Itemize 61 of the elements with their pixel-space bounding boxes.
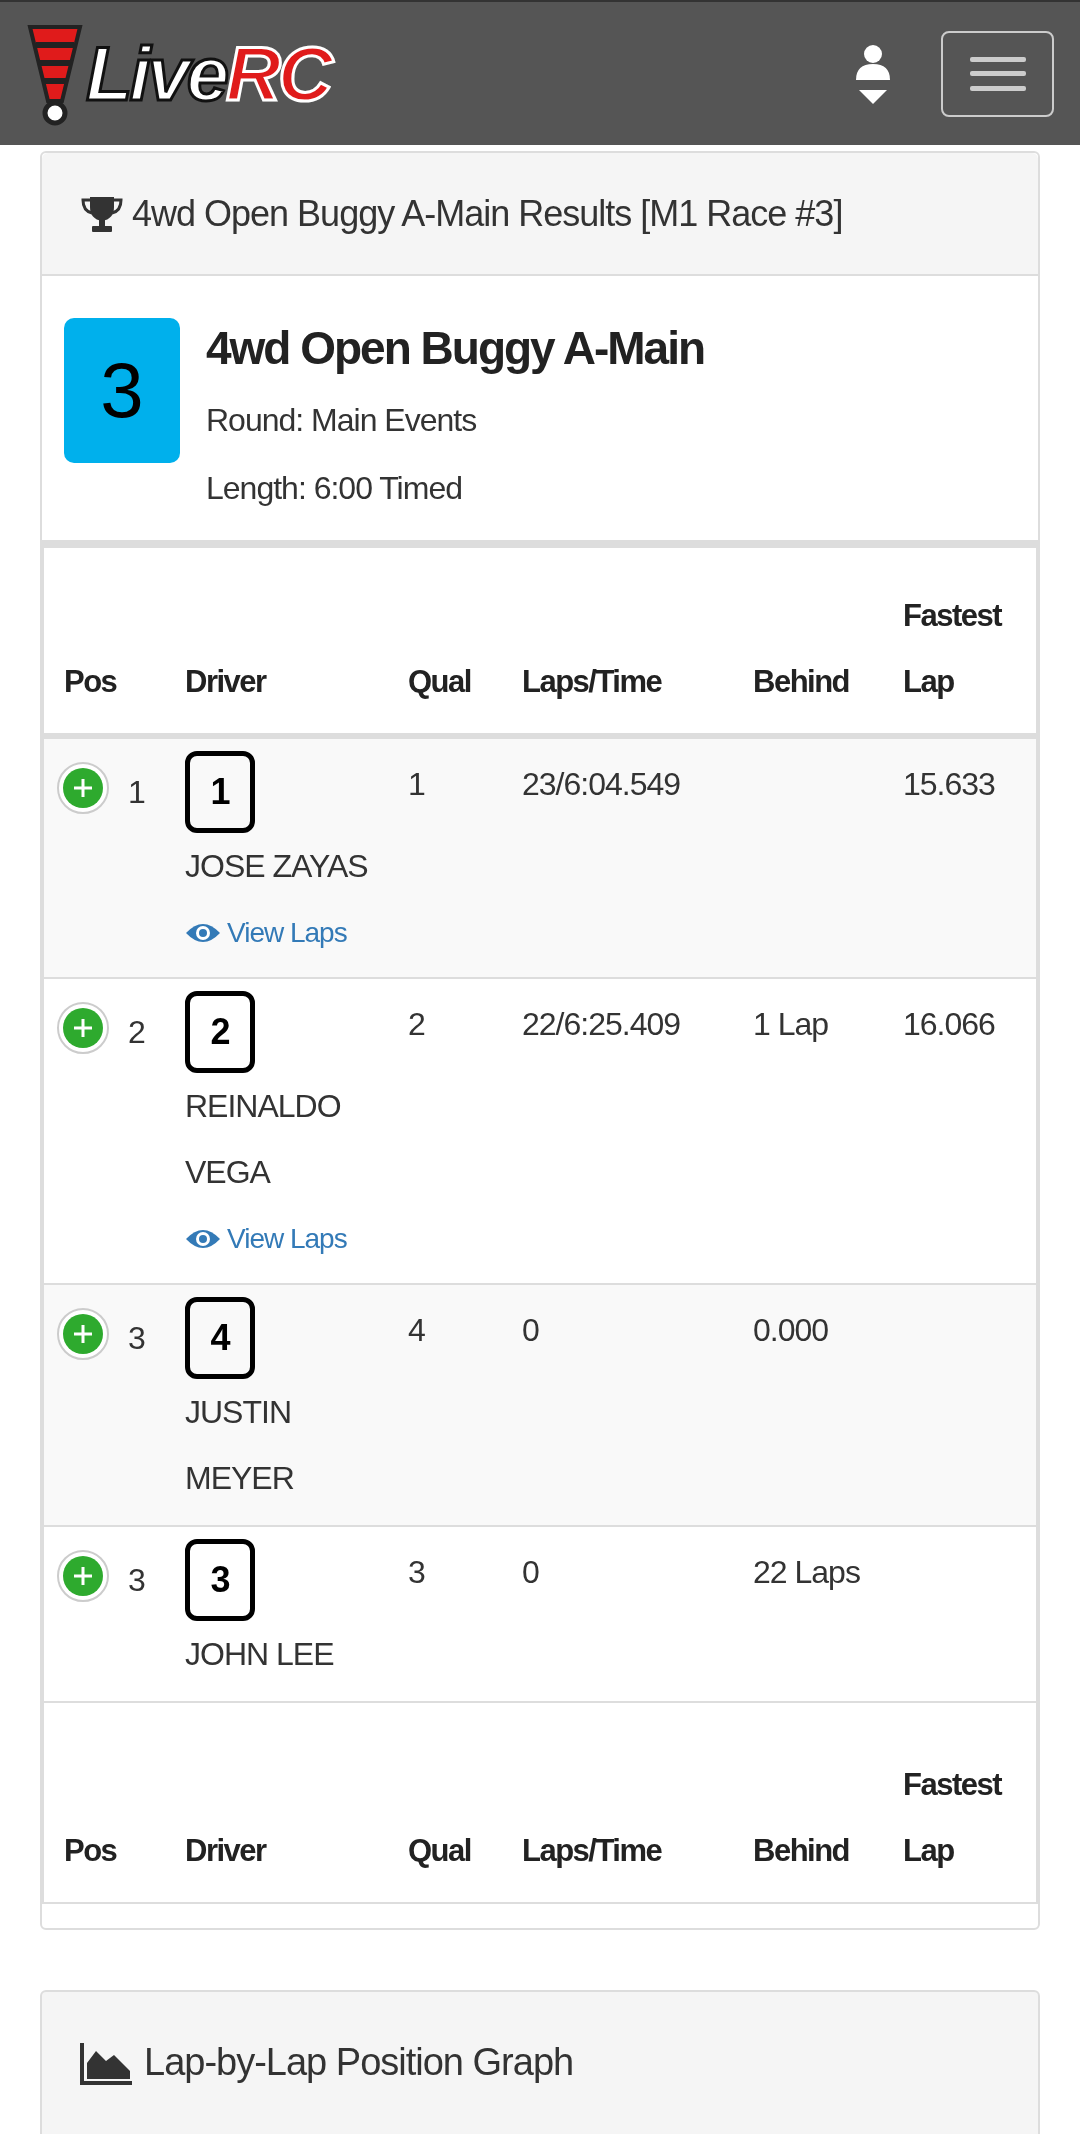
race-name: 4wd Open Buggy A-Main: [206, 321, 705, 376]
driver-name: JOHN LEE: [185, 1635, 334, 1674]
driver-name: JUSTIN MEYER: [185, 1393, 295, 1498]
card-title: 4wd Open Buggy A-Main Results [M1 Race #3]: [132, 191, 843, 236]
column-header[interactable]: Laps/Time: [512, 548, 743, 736]
length-text: Length: 6:00 Timed: [206, 469, 463, 508]
position-text: 3: [128, 1319, 145, 1358]
column-header[interactable]: Fastest Lap: [893, 548, 1036, 736]
table-cell: 15.633: [893, 736, 1036, 978]
user-icon: [855, 43, 891, 80]
expand-icon[interactable]: [56, 761, 110, 815]
table-cell: 2: [398, 978, 512, 1284]
eye-icon: [185, 1227, 221, 1251]
table-cell: 3: [398, 1526, 512, 1702]
expand-icon[interactable]: [56, 1549, 110, 1603]
column-header[interactable]: Behind: [743, 548, 893, 736]
driver-name: JOSE ZAYAS: [185, 847, 368, 886]
table-cell: 0: [512, 1526, 743, 1702]
view-laps-link[interactable]: View Laps: [185, 1209, 388, 1269]
trophy-icon: [80, 194, 124, 233]
column-header[interactable]: Behind: [743, 1702, 893, 1902]
expand-icon[interactable]: [56, 1307, 110, 1361]
table-cell: 22 Laps: [743, 1526, 893, 1702]
table-cell: 1: [398, 736, 512, 978]
column-header[interactable]: Fastest Lap: [893, 1702, 1036, 1902]
car-number-badge: 4: [185, 1297, 255, 1379]
card-title: Lap-by-Lap Position Graph: [144, 2040, 574, 2085]
eye-icon: [185, 921, 221, 945]
column-header[interactable]: Qual: [398, 1702, 512, 1902]
column-header[interactable]: Qual: [398, 548, 512, 736]
user-menu-button[interactable]: [855, 43, 891, 104]
table-cell: 16.066: [893, 978, 1036, 1284]
position-text: 3: [128, 1561, 145, 1600]
position-text: 2: [128, 1013, 145, 1052]
column-header[interactable]: Driver: [175, 1702, 398, 1902]
car-number-badge: 1: [185, 751, 255, 833]
column-header[interactable]: Driver: [175, 548, 398, 736]
table-cell: 0: [512, 1284, 743, 1526]
driver-name: REINALDO VEGA: [185, 1087, 342, 1192]
logo-text: RC: [226, 35, 330, 112]
table-cell: 0.000: [743, 1284, 893, 1526]
column-header[interactable]: Laps/Time: [512, 1702, 743, 1902]
column-header[interactable]: Pos: [44, 1702, 175, 1902]
car-number-badge: 3: [185, 1539, 255, 1621]
caret-icon: [859, 89, 887, 104]
position-text: 1: [128, 773, 145, 812]
menu-button[interactable]: [941, 30, 1054, 117]
column-header[interactable]: Pos: [44, 548, 175, 736]
round-text: Round: Main Events: [206, 401, 478, 440]
race-number-badge: 3: [64, 318, 180, 463]
area-chart-icon: [80, 2040, 134, 2085]
table-cell: 1 Lap: [743, 978, 893, 1284]
table-cell: 4: [398, 1284, 512, 1526]
table-cell: 23/6:04.549: [512, 736, 743, 978]
site-logo[interactable]: LiveRC: [26, 18, 330, 129]
menu-icon: [969, 56, 1026, 91]
logo-text: Live: [86, 35, 227, 112]
view-laps-link[interactable]: View Laps: [185, 903, 388, 963]
expand-icon[interactable]: [56, 1001, 110, 1055]
car-number-badge: 2: [185, 991, 255, 1073]
table-cell: 22/6:25.409: [512, 978, 743, 1284]
